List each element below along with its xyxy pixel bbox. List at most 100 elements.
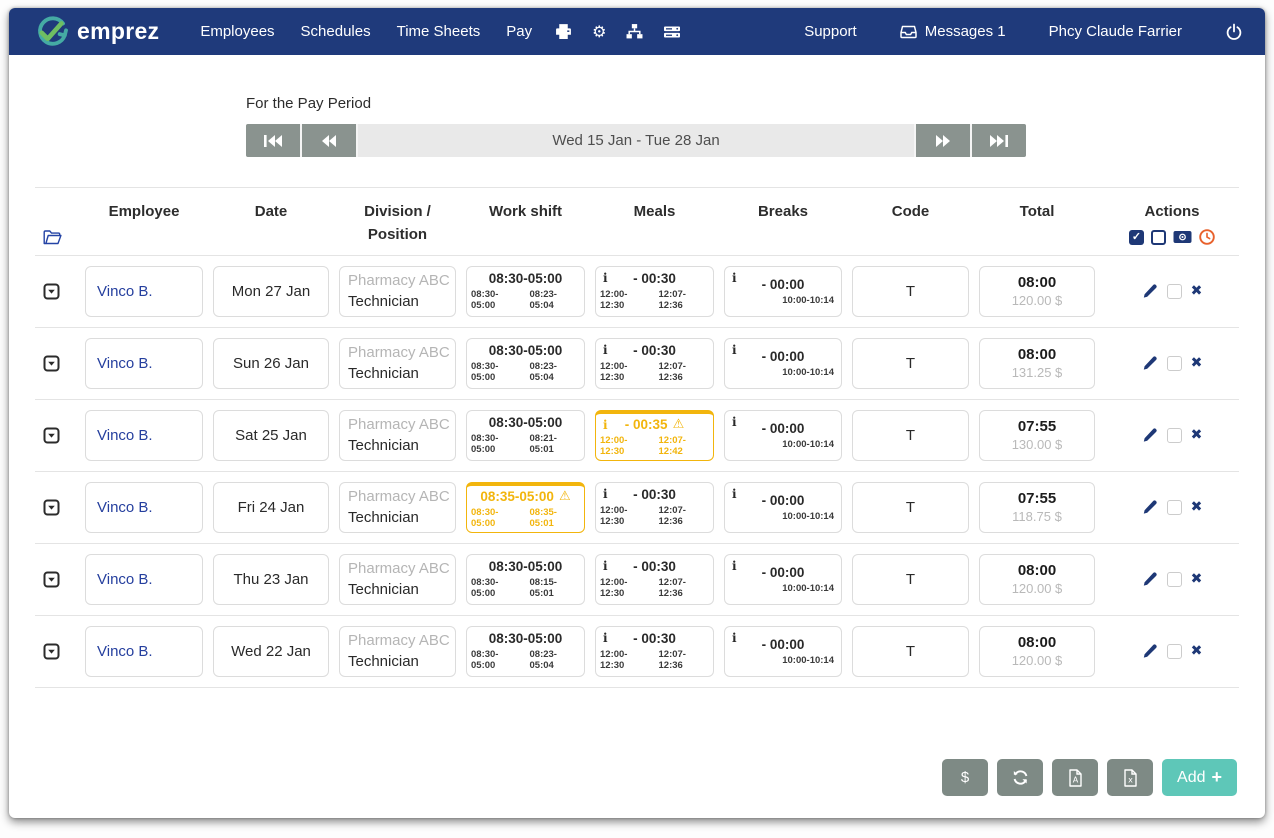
date-cell[interactable]: Sat 25 Jan — [213, 410, 329, 461]
first-period-button[interactable] — [246, 124, 302, 157]
previous-period-button[interactable] — [302, 124, 358, 157]
expand-row-icon[interactable] — [35, 283, 75, 300]
date-cell[interactable]: Fri 24 Jan — [213, 482, 329, 533]
nav-support[interactable]: Support — [791, 23, 870, 40]
meals-box[interactable]: i - 00:30 ⚠ 12:00-12:30 12:07-12:36 — [595, 554, 714, 605]
refresh-button[interactable] — [997, 759, 1043, 796]
edit-pencil-icon[interactable] — [1142, 643, 1158, 659]
delete-row-icon[interactable]: ✖ — [1191, 283, 1203, 299]
code-cell[interactable]: T — [852, 338, 969, 389]
workshift-box[interactable]: 08:30-05:00 ⚠ 08:30-05:00 08:21-05:01 — [466, 410, 585, 461]
employee-link[interactable]: Vinco B. — [85, 338, 203, 389]
edit-pencil-icon[interactable] — [1142, 283, 1158, 299]
code-cell[interactable]: T — [852, 554, 969, 605]
select-none-checkbox[interactable] — [1151, 230, 1166, 245]
code-cell[interactable]: T — [852, 626, 969, 677]
meals-box[interactable]: i - 00:35 ⚠ 12:00-12:30 12:07-12:42 — [595, 410, 714, 461]
open-folder-icon[interactable] — [35, 225, 75, 247]
sitemap-icon[interactable] — [626, 23, 643, 40]
expand-row-icon[interactable] — [35, 427, 75, 444]
breaks-box[interactable]: i - 00:00 10:00-10:14 — [724, 266, 842, 317]
code-cell[interactable]: T — [852, 266, 969, 317]
edit-pencil-icon[interactable] — [1142, 571, 1158, 587]
date-cell[interactable]: Thu 23 Jan — [213, 554, 329, 605]
division-cell[interactable]: Pharmacy ABC Technician — [339, 410, 456, 461]
meals-box[interactable]: i - 00:30 ⚠ 12:00-12:30 12:07-12:36 — [595, 266, 714, 317]
pay-dollar-button[interactable]: $ — [942, 759, 988, 796]
workshift-box[interactable]: 08:30-05:00 ⚠ 08:30-05:00 08:23-05:04 — [466, 626, 585, 677]
delete-row-icon[interactable]: ✖ — [1191, 643, 1203, 659]
delete-row-icon[interactable]: ✖ — [1191, 571, 1203, 587]
nav-messages[interactable]: Messages 1 — [900, 23, 1006, 40]
employee-link[interactable]: Vinco B. — [85, 410, 203, 461]
brand-logo[interactable]: emprez — [35, 15, 159, 49]
edit-pencil-icon[interactable] — [1142, 499, 1158, 515]
expand-row-icon[interactable] — [35, 355, 75, 372]
workshift-box[interactable]: 08:30-05:00 ⚠ 08:30-05:00 08:23-05:04 — [466, 338, 585, 389]
breaks-box[interactable]: i - 00:00 10:00-10:14 — [724, 554, 842, 605]
gears-icon[interactable]: ⚙ — [592, 24, 606, 40]
meals-box[interactable]: i - 00:30 ⚠ 12:00-12:30 12:07-12:36 — [595, 482, 714, 533]
nav-timesheets[interactable]: Time Sheets — [384, 23, 494, 40]
header-employee: Employee — [85, 200, 203, 223]
power-icon[interactable] — [1225, 23, 1243, 41]
row-checkbox[interactable] — [1167, 644, 1182, 659]
row-checkbox[interactable] — [1167, 500, 1182, 515]
meals-planned: 12:00-12:30 — [600, 577, 651, 599]
excel-export-button[interactable]: x — [1107, 759, 1153, 796]
division-cell[interactable]: Pharmacy ABC Technician — [339, 266, 456, 317]
employee-link[interactable]: Vinco B. — [85, 482, 203, 533]
printer-icon[interactable] — [555, 23, 572, 40]
nav-user[interactable]: Phcy Claude Farrier — [1036, 23, 1195, 40]
expand-row-icon[interactable] — [35, 571, 75, 588]
division-cell[interactable]: Pharmacy ABC Technician — [339, 554, 456, 605]
division-cell[interactable]: Pharmacy ABC Technician — [339, 338, 456, 389]
row-checkbox[interactable] — [1167, 572, 1182, 587]
header-division: Division / Position — [339, 200, 456, 247]
row-checkbox[interactable] — [1167, 356, 1182, 371]
meals-box[interactable]: i - 00:30 ⚠ 12:00-12:30 12:07-12:36 — [595, 338, 714, 389]
delete-row-icon[interactable]: ✖ — [1191, 499, 1203, 515]
date-cell[interactable]: Mon 27 Jan — [213, 266, 329, 317]
next-period-button[interactable] — [914, 124, 970, 157]
workshift-box[interactable]: 08:35-05:00 ⚠ 08:30-05:00 08:35-05:01 — [466, 482, 585, 533]
code-cell[interactable]: T — [852, 482, 969, 533]
pdf-export-button[interactable]: A — [1052, 759, 1098, 796]
workshift-box[interactable]: 08:30-05:00 ⚠ 08:30-05:00 08:23-05:04 — [466, 266, 585, 317]
clock-icon[interactable] — [1199, 229, 1215, 245]
employee-link[interactable]: Vinco B. — [85, 266, 203, 317]
edit-pencil-icon[interactable] — [1142, 427, 1158, 443]
breaks-box[interactable]: i - 00:00 10:00-10:14 — [724, 482, 842, 533]
server-icon[interactable] — [663, 24, 681, 40]
meals-time: - 00:30 — [633, 271, 676, 286]
nav-employees[interactable]: Employees — [187, 23, 287, 40]
breaks-box[interactable]: i - 00:00 10:00-10:14 — [724, 338, 842, 389]
division-cell[interactable]: Pharmacy ABC Technician — [339, 626, 456, 677]
workshift-time: 08:30-05:00 — [489, 631, 563, 646]
delete-row-icon[interactable]: ✖ — [1191, 427, 1203, 443]
date-cell[interactable]: Sun 26 Jan — [213, 338, 329, 389]
expand-row-icon[interactable] — [35, 643, 75, 660]
workshift-box[interactable]: 08:30-05:00 ⚠ 08:30-05:00 08:15-05:01 — [466, 554, 585, 605]
employee-link[interactable]: Vinco B. — [85, 626, 203, 677]
select-all-checkbox[interactable]: ✓ — [1129, 230, 1144, 245]
code-cell[interactable]: T — [852, 410, 969, 461]
row-checkbox[interactable] — [1167, 428, 1182, 443]
last-period-button[interactable] — [970, 124, 1026, 157]
date-cell[interactable]: Wed 22 Jan — [213, 626, 329, 677]
meals-box[interactable]: i - 00:30 ⚠ 12:00-12:30 12:07-12:36 — [595, 626, 714, 677]
expand-row-icon[interactable] — [35, 499, 75, 516]
edit-pencil-icon[interactable] — [1142, 355, 1158, 371]
breaks-box[interactable]: i - 00:00 10:00-10:14 — [724, 626, 842, 677]
row-actions: ✖ — [1105, 571, 1239, 587]
nav-pay[interactable]: Pay — [493, 23, 545, 40]
breaks-time: - 00:00 — [762, 349, 805, 364]
row-checkbox[interactable] — [1167, 284, 1182, 299]
delete-row-icon[interactable]: ✖ — [1191, 355, 1203, 371]
employee-link[interactable]: Vinco B. — [85, 554, 203, 605]
division-cell[interactable]: Pharmacy ABC Technician — [339, 482, 456, 533]
money-icon[interactable] — [1173, 230, 1192, 244]
breaks-box[interactable]: i - 00:00 10:00-10:14 — [724, 410, 842, 461]
add-button[interactable]: Add + — [1162, 759, 1237, 796]
nav-schedules[interactable]: Schedules — [288, 23, 384, 40]
